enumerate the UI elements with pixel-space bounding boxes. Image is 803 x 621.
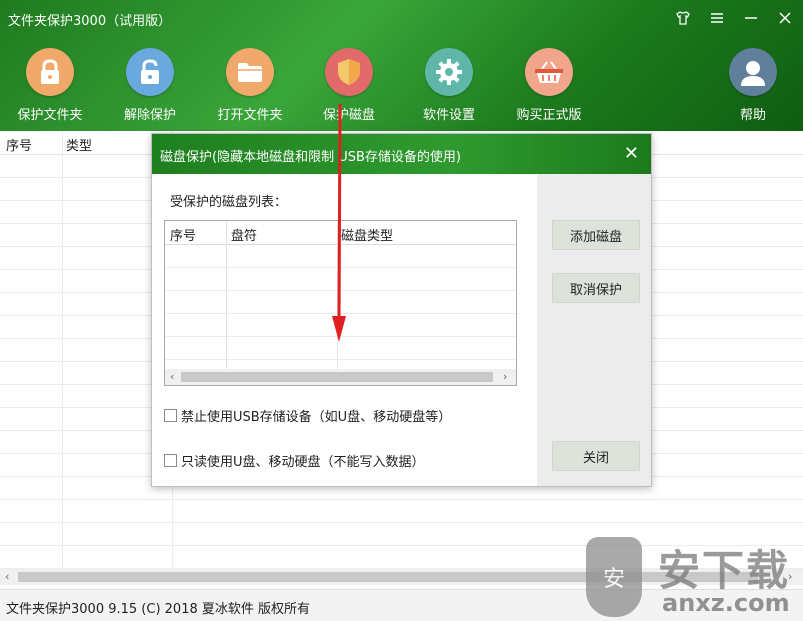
toolbar-label: 保护文件夹 xyxy=(17,108,83,123)
checkbox-label[interactable]: 只读使用U盘、移动硬盘（不能写入数据） xyxy=(181,451,425,470)
watermark-url: anxz.com xyxy=(662,589,790,617)
toolbar-label: 解除保护 xyxy=(123,108,176,123)
toolbar-label: 购买正式版 xyxy=(516,108,582,123)
window-controls xyxy=(675,8,793,28)
lock-open-icon xyxy=(126,48,174,96)
table-row xyxy=(0,500,803,523)
main-toolbar: 保护文件夹 解除保护 打开文件夹 保护磁盘 软件设置 购买正式版 帮助 xyxy=(0,48,803,128)
open-folder-button[interactable]: 打开文件夹 xyxy=(200,48,300,123)
scrollbar-thumb[interactable] xyxy=(181,372,493,382)
folder-icon xyxy=(226,48,274,96)
disk-table-scrollbar[interactable]: ‹ › xyxy=(165,369,516,385)
checkbox-label[interactable]: 禁止使用USB存储设备（如U盘、移动硬盘等） xyxy=(181,406,451,425)
disk-protection-dialog: 磁盘保护(隐藏本地磁盘和限制 USB存储设备的使用) ✕ 受保护的磁盘列表： 序… xyxy=(151,133,652,487)
watermark: 安 安下载 anxz.com xyxy=(584,527,803,621)
block-usb-checkbox[interactable]: 禁止使用USB存储设备（如U盘、移动硬盘等） xyxy=(164,406,451,425)
close-dialog-button[interactable]: 关闭 xyxy=(552,441,640,471)
dialog-button-panel: 添加磁盘 取消保护 关闭 xyxy=(537,174,651,486)
status-text: 文件夹保护3000 9.15 (C) 2018 夏冰软件 版权所有 xyxy=(6,602,310,617)
toolbar-label: 帮助 xyxy=(739,108,766,123)
close-icon[interactable] xyxy=(777,8,793,28)
dialog-close-icon[interactable]: ✕ xyxy=(624,143,639,164)
dialog-title: 磁盘保护(隐藏本地磁盘和限制 USB存储设备的使用) xyxy=(160,150,461,165)
user-icon xyxy=(729,48,777,96)
scroll-left-icon[interactable]: ‹ xyxy=(5,569,9,585)
column-header-index[interactable]: 序号 xyxy=(170,225,196,244)
menu-icon[interactable] xyxy=(709,8,725,28)
toolbar-label: 打开文件夹 xyxy=(217,108,283,123)
scroll-right-icon[interactable]: › xyxy=(503,369,507,385)
column-header-type[interactable]: 类型 xyxy=(66,135,92,154)
readonly-usb-checkbox[interactable]: 只读使用U盘、移动硬盘（不能写入数据） xyxy=(164,451,425,470)
basket-icon xyxy=(525,48,573,96)
watermark-shield-icon: 安 xyxy=(586,537,642,617)
gear-icon xyxy=(425,48,473,96)
minimize-icon[interactable] xyxy=(743,8,759,28)
toolbar-label: 软件设置 xyxy=(422,108,475,123)
buy-button[interactable]: 购买正式版 xyxy=(499,48,599,123)
scroll-left-icon[interactable]: ‹ xyxy=(170,369,174,385)
lock-closed-icon xyxy=(26,48,74,96)
cancel-protection-button[interactable]: 取消保护 xyxy=(552,273,640,303)
protect-folder-button[interactable]: 保护文件夹 xyxy=(0,48,100,123)
shirt-icon[interactable] xyxy=(675,8,691,28)
checkbox-box[interactable] xyxy=(164,409,177,422)
title-bar: 文件夹保护3000（试用版） 保护文件夹 解除保护 打开文件夹 保护磁盘 软件设… xyxy=(0,0,803,131)
shield-icon xyxy=(325,48,373,96)
dialog-title-bar: 磁盘保护(隐藏本地磁盘和限制 USB存储设备的使用) ✕ xyxy=(152,134,651,174)
column-header-index[interactable]: 序号 xyxy=(6,135,32,154)
unprotect-button[interactable]: 解除保护 xyxy=(100,48,200,123)
disk-list-label: 受保护的磁盘列表： xyxy=(170,195,288,210)
checkbox-box[interactable] xyxy=(164,454,177,467)
help-button[interactable]: 帮助 xyxy=(703,48,803,123)
add-disk-button[interactable]: 添加磁盘 xyxy=(552,220,640,250)
settings-button[interactable]: 软件设置 xyxy=(399,48,499,123)
app-title: 文件夹保护3000（试用版） xyxy=(8,14,172,29)
column-header-drive[interactable]: 盘符 xyxy=(231,225,257,244)
annotation-arrow-icon xyxy=(332,104,346,342)
